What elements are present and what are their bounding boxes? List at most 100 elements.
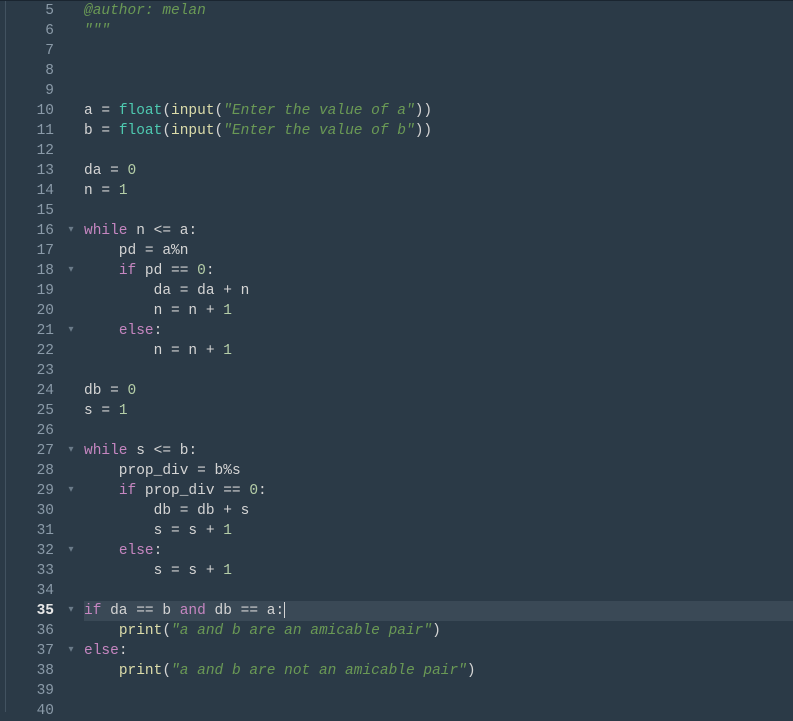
token-op: + xyxy=(223,283,240,299)
token-op: = xyxy=(110,163,127,179)
token-op: <= xyxy=(154,443,180,459)
fold-empty xyxy=(62,361,80,381)
fold-empty xyxy=(62,421,80,441)
fold-toggle-icon[interactable]: ▾ xyxy=(62,261,80,281)
token-id: s xyxy=(84,403,101,419)
code-line[interactable]: s = s + 1 xyxy=(84,561,793,581)
token-op: == xyxy=(171,263,197,279)
code-line[interactable]: else: xyxy=(84,321,793,341)
line-number: 31 xyxy=(6,521,54,541)
fold-toggle-icon[interactable]: ▾ xyxy=(62,441,80,461)
fold-toggle-icon[interactable]: ▾ xyxy=(62,321,80,341)
code-line[interactable] xyxy=(84,681,793,701)
fold-empty xyxy=(62,81,80,101)
fold-empty xyxy=(62,561,80,581)
code-line[interactable]: """ xyxy=(84,21,793,41)
line-number: 26 xyxy=(6,421,54,441)
token-bi: print xyxy=(119,663,163,679)
code-line[interactable] xyxy=(84,701,793,721)
line-number: 24 xyxy=(6,381,54,401)
code-line[interactable]: while s <= b: xyxy=(84,441,793,461)
token-op: + xyxy=(206,303,223,319)
token-op: = xyxy=(171,303,188,319)
line-number: 20 xyxy=(6,301,54,321)
code-line[interactable] xyxy=(84,361,793,381)
fold-empty xyxy=(62,521,80,541)
code-line[interactable]: s = 1 xyxy=(84,401,793,421)
token-num: 0 xyxy=(128,163,137,179)
token-id: n xyxy=(180,243,189,259)
code-line[interactable]: db = db + s xyxy=(84,501,793,521)
fold-empty xyxy=(62,141,80,161)
code-line[interactable] xyxy=(84,141,793,161)
token-id: s xyxy=(188,563,205,579)
token-fn: float xyxy=(119,123,163,139)
fold-toggle-icon[interactable]: ▾ xyxy=(62,601,80,621)
code-line[interactable]: da = 0 xyxy=(84,161,793,181)
code-line[interactable]: else: xyxy=(84,641,793,661)
code-line[interactable]: da = da + n xyxy=(84,281,793,301)
token-str: "a and b are not an amicable pair" xyxy=(171,663,467,679)
fold-toggle-icon[interactable]: ▾ xyxy=(62,641,80,661)
code-line[interactable]: s = s + 1 xyxy=(84,521,793,541)
fold-toggle-icon[interactable]: ▾ xyxy=(62,481,80,501)
fold-empty xyxy=(62,181,80,201)
code-line[interactable]: print("a and b are an amicable pair") xyxy=(84,621,793,641)
token-id xyxy=(84,663,119,679)
token-id: da xyxy=(101,603,136,619)
code-line[interactable] xyxy=(84,201,793,221)
token-id: s xyxy=(241,503,250,519)
code-line[interactable]: if da == b and db == a: xyxy=(84,601,793,621)
token-op: : xyxy=(119,643,128,659)
code-line[interactable]: prop_div = b%s xyxy=(84,461,793,481)
line-number: 40 xyxy=(6,701,54,721)
code-line[interactable] xyxy=(84,581,793,601)
token-cm: @author: melan xyxy=(84,3,206,19)
fold-toggle-icon[interactable]: ▾ xyxy=(62,221,80,241)
code-area[interactable]: @author: melan """ a = float(input("Enter … xyxy=(80,1,793,712)
code-line[interactable]: pd = a%n xyxy=(84,241,793,261)
line-number: 15 xyxy=(6,201,54,221)
token-id: prop_div xyxy=(84,463,197,479)
token-op: + xyxy=(223,503,240,519)
code-line[interactable] xyxy=(84,421,793,441)
code-line[interactable]: b = float(input("Enter the value of b")) xyxy=(84,121,793,141)
fold-toggle-icon[interactable]: ▾ xyxy=(62,541,80,561)
code-line[interactable]: while n <= a: xyxy=(84,221,793,241)
token-id: prop_div xyxy=(136,483,223,499)
code-line[interactable]: n = n + 1 xyxy=(84,301,793,321)
token-num: 1 xyxy=(223,343,232,359)
token-op: = xyxy=(197,463,214,479)
code-line[interactable]: if pd == 0: xyxy=(84,261,793,281)
code-line[interactable] xyxy=(84,81,793,101)
token-op: = xyxy=(101,103,118,119)
code-line[interactable]: n = 1 xyxy=(84,181,793,201)
token-op: ( xyxy=(162,103,171,119)
code-line[interactable]: n = n + 1 xyxy=(84,341,793,361)
token-op: == xyxy=(241,603,267,619)
code-line[interactable]: if prop_div == 0: xyxy=(84,481,793,501)
line-number: 28 xyxy=(6,461,54,481)
token-str: "a and b are an amicable pair" xyxy=(171,623,432,639)
token-op: ) xyxy=(432,623,441,639)
token-op: % xyxy=(171,243,180,259)
token-op: = xyxy=(110,383,127,399)
code-line[interactable]: a = float(input("Enter the value of a")) xyxy=(84,101,793,121)
token-id: db xyxy=(84,383,110,399)
fold-empty xyxy=(62,581,80,601)
code-line[interactable]: else: xyxy=(84,541,793,561)
code-line[interactable] xyxy=(84,61,793,81)
token-op: <= xyxy=(154,223,180,239)
fold-column: ▾ ▾ ▾ ▾ ▾ ▾ ▾ ▾ xyxy=(62,1,80,712)
token-id: pd xyxy=(136,263,171,279)
code-editor[interactable]: 5678910111213141516171819202122232425262… xyxy=(0,0,793,712)
line-number: 12 xyxy=(6,141,54,161)
code-line[interactable]: db = 0 xyxy=(84,381,793,401)
code-line[interactable]: print("a and b are not an amicable pair"… xyxy=(84,661,793,681)
token-op: : xyxy=(206,263,215,279)
code-line[interactable]: @author: melan xyxy=(84,1,793,21)
code-line[interactable] xyxy=(84,41,793,61)
token-num: 0 xyxy=(128,383,137,399)
token-id: pd xyxy=(84,243,145,259)
token-op: == xyxy=(223,483,249,499)
